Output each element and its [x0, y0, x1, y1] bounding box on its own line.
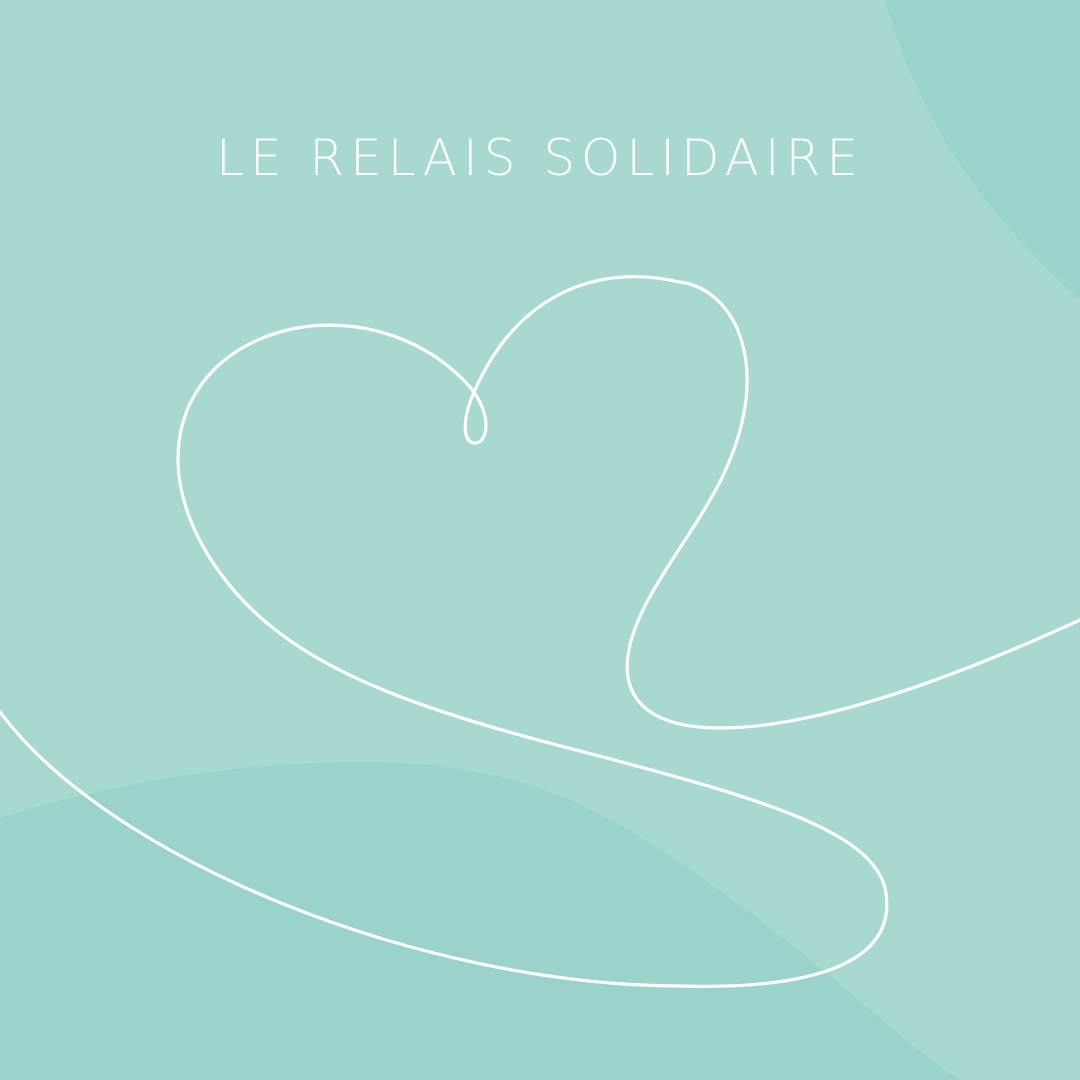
canvas: LE RELAIS SOLIDAIRE: [0, 0, 1080, 1080]
bottom-left-blob: [0, 762, 960, 1080]
page-title: LE RELAIS SOLIDAIRE: [216, 129, 864, 187]
